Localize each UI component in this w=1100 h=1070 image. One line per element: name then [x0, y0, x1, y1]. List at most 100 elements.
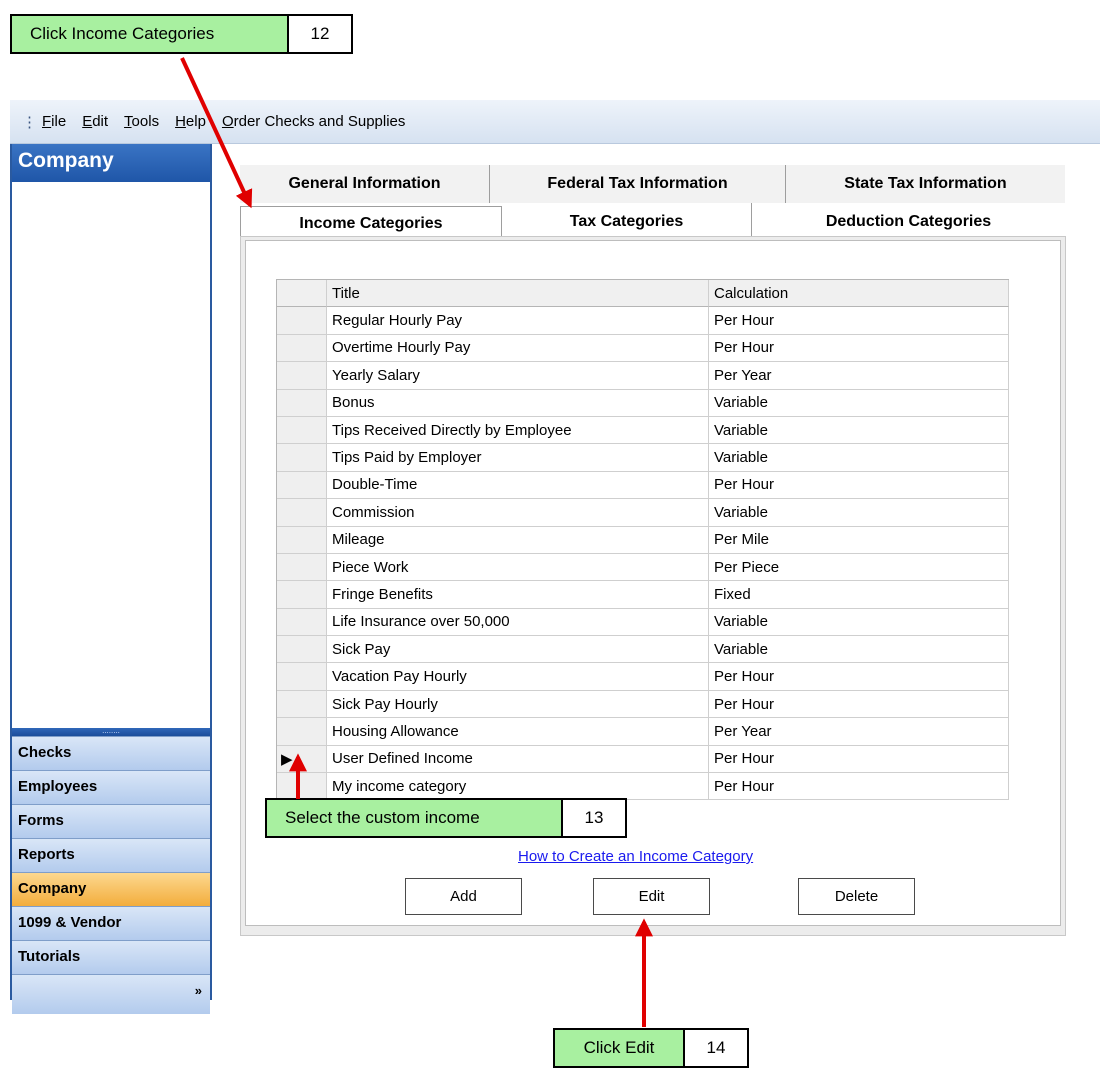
table-row[interactable]: Tips Paid by Employer Variable	[277, 444, 1009, 472]
row-selector[interactable]	[277, 526, 327, 554]
nav-button-reports[interactable]: Reports	[12, 838, 210, 872]
row-selector[interactable]	[277, 663, 327, 691]
cell-calculation[interactable]: Per Mile	[709, 526, 1009, 554]
table-row[interactable]: Sick Pay Variable	[277, 636, 1009, 664]
row-selector[interactable]	[277, 608, 327, 637]
cell-calculation[interactable]: Per Hour	[709, 307, 1009, 335]
tab-general-information[interactable]: General Information	[240, 165, 490, 203]
cell-title[interactable]: Commission	[327, 499, 709, 527]
cell-calculation[interactable]: Per Hour	[709, 471, 1009, 500]
menu-help[interactable]: Help	[175, 113, 206, 130]
row-selector[interactable]	[277, 636, 327, 664]
tab-federal-tax-information[interactable]: Federal Tax Information	[490, 165, 786, 203]
table-row[interactable]: Commission Variable	[277, 499, 1009, 527]
callout-select-custom-income: Select the custom income 13	[265, 798, 627, 838]
callout-step-number: 14	[685, 1030, 747, 1066]
cell-calculation[interactable]: Per Hour	[709, 745, 1009, 774]
row-selector[interactable]	[277, 471, 327, 500]
table-row[interactable]: Overtime Hourly Pay Per Hour	[277, 334, 1009, 363]
cell-calculation[interactable]: Variable	[709, 499, 1009, 527]
menu-tools[interactable]: Tools	[124, 113, 159, 130]
cell-title[interactable]: Vacation Pay Hourly	[327, 663, 709, 691]
table-row[interactable]: Piece Work Per Piece	[277, 553, 1009, 582]
nav-button-1099-vendor[interactable]: 1099 & Vendor	[12, 906, 210, 940]
cell-title[interactable]: My income category	[327, 773, 709, 801]
column-header-title[interactable]: Title	[327, 280, 709, 308]
table-row[interactable]: Bonus Variable	[277, 389, 1009, 417]
row-selector[interactable]	[277, 416, 327, 445]
table-row[interactable]: Tips Received Directly by Employee Variab…	[277, 416, 1009, 445]
table-row[interactable]: Regular Hourly Pay Per Hour	[277, 307, 1009, 335]
row-selector[interactable]: ▶	[277, 745, 327, 774]
callout-click-edit: Click Edit 14	[553, 1028, 749, 1068]
table-row[interactable]: Life Insurance over 50,000 Variable	[277, 608, 1009, 637]
row-selector[interactable]	[277, 773, 327, 801]
row-selector[interactable]	[277, 718, 327, 746]
tab-state-tax-information[interactable]: State Tax Information	[786, 165, 1065, 203]
cell-title[interactable]: Overtime Hourly Pay	[327, 334, 709, 363]
cell-calculation[interactable]: Per Year	[709, 362, 1009, 390]
help-link-create-income-category[interactable]: How to Create an Income Category	[518, 848, 753, 865]
row-selector[interactable]	[277, 553, 327, 582]
row-selector[interactable]	[277, 444, 327, 472]
table-row[interactable]: Housing Allowance Per Year	[277, 718, 1009, 746]
table-row[interactable]: Yearly Salary Per Year	[277, 362, 1009, 390]
table-row[interactable]: My income category Per Hour	[277, 773, 1009, 801]
nav-button-employees[interactable]: Employees	[12, 770, 210, 804]
nav-button-company[interactable]: Company	[12, 872, 210, 906]
cell-title[interactable]: Piece Work	[327, 553, 709, 582]
menu-grip-icon[interactable]: ⋮	[22, 113, 37, 131]
cell-calculation[interactable]: Variable	[709, 389, 1009, 417]
cell-calculation[interactable]: Variable	[709, 608, 1009, 637]
cell-title[interactable]: Double-Time	[327, 471, 709, 500]
row-selector[interactable]	[277, 499, 327, 527]
nav-button-checks[interactable]: Checks	[12, 736, 210, 770]
cell-calculation[interactable]: Per Year	[709, 718, 1009, 746]
column-header-calculation[interactable]: Calculation	[709, 280, 1009, 308]
nav-overflow-button[interactable]: »	[12, 974, 210, 1014]
table-row[interactable]: Double-Time Per Hour	[277, 471, 1009, 500]
table-row[interactable]: Mileage Per Mile	[277, 526, 1009, 554]
cell-title[interactable]: User Defined Income	[327, 745, 709, 774]
row-selector[interactable]	[277, 690, 327, 719]
cell-title[interactable]: Yearly Salary	[327, 362, 709, 390]
cell-calculation[interactable]: Variable	[709, 636, 1009, 664]
table-row[interactable]: Sick Pay Hourly Per Hour	[277, 690, 1009, 719]
grid-rows: Regular Hourly Pay Per Hour Overtime Hourl…	[277, 307, 1009, 801]
cell-calculation[interactable]: Variable	[709, 416, 1009, 445]
cell-calculation[interactable]: Per Hour	[709, 690, 1009, 719]
cell-calculation[interactable]: Per Hour	[709, 334, 1009, 363]
menu-file[interactable]: File	[42, 113, 66, 130]
nav-splitter-grip[interactable]: ........	[12, 727, 210, 736]
cell-title[interactable]: Bonus	[327, 389, 709, 417]
cell-calculation[interactable]: Per Hour	[709, 663, 1009, 691]
cell-calculation[interactable]: Per Hour	[709, 773, 1009, 801]
cell-title[interactable]: Tips Received Directly by Employee	[327, 416, 709, 445]
cell-title[interactable]: Mileage	[327, 526, 709, 554]
cell-title[interactable]: Sick Pay	[327, 636, 709, 664]
cell-title[interactable]: Sick Pay Hourly	[327, 690, 709, 719]
nav-button-forms[interactable]: Forms	[12, 804, 210, 838]
cell-calculation[interactable]: Per Piece	[709, 553, 1009, 582]
row-selector[interactable]	[277, 389, 327, 417]
table-row[interactable]: Fringe Benefits Fixed	[277, 581, 1009, 609]
cell-title[interactable]: Regular Hourly Pay	[327, 307, 709, 335]
row-selector[interactable]	[277, 334, 327, 363]
row-selector[interactable]	[277, 307, 327, 335]
cell-title[interactable]: Life Insurance over 50,000	[327, 608, 709, 637]
cell-calculation[interactable]: Variable	[709, 444, 1009, 472]
nav-button-tutorials[interactable]: Tutorials	[12, 940, 210, 974]
menu-order-checks[interactable]: Order Checks and Supplies	[222, 113, 405, 130]
edit-button[interactable]: Edit	[593, 878, 710, 915]
cell-title[interactable]: Fringe Benefits	[327, 581, 709, 609]
cell-title[interactable]: Housing Allowance	[327, 718, 709, 746]
table-row[interactable]: Vacation Pay Hourly Per Hour	[277, 663, 1009, 691]
cell-title[interactable]: Tips Paid by Employer	[327, 444, 709, 472]
table-row[interactable]: ▶ User Defined Income Per Hour	[277, 745, 1009, 774]
add-button[interactable]: Add	[405, 878, 522, 915]
cell-calculation[interactable]: Fixed	[709, 581, 1009, 609]
row-selector[interactable]	[277, 362, 327, 390]
menu-edit[interactable]: Edit	[82, 113, 108, 130]
row-selector[interactable]	[277, 581, 327, 609]
delete-button[interactable]: Delete	[798, 878, 915, 915]
